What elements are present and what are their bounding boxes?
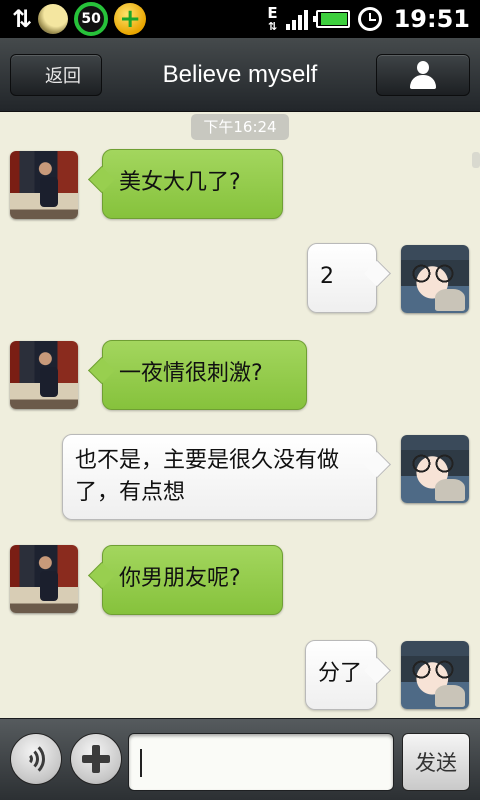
avatar-contact[interactable] — [10, 341, 78, 409]
message-text: 你男朋友呢? — [119, 566, 241, 591]
message-timestamp: 下午16:24 — [191, 114, 289, 140]
avatar-self[interactable] — [401, 435, 469, 503]
clock: 19:51 — [393, 5, 470, 33]
message-bubble-outgoing[interactable]: 2 — [307, 243, 377, 313]
title-bar: 返回 Believe myself — [0, 38, 480, 112]
chat-area[interactable]: 下午16:24 美女大几了? 2 一夜情很刺激? 也不是，主要是很久没有做了，有… — [0, 112, 480, 718]
battery-fill — [321, 13, 347, 25]
message-text: 也不是，主要是很久没有做了，有点想 — [75, 448, 340, 505]
status-notifications: ⇅ 50 + — [12, 2, 147, 36]
message-text: 一夜情很刺激? — [119, 361, 263, 386]
network-type-icon: E ⇅ — [267, 4, 278, 33]
avatar-self[interactable] — [401, 641, 469, 709]
avatar-contact[interactable] — [10, 151, 78, 219]
scrollbar[interactable] — [472, 152, 480, 168]
battery-icon — [312, 10, 350, 28]
chat-title: Believe myself — [162, 61, 318, 88]
voice-icon — [21, 741, 51, 777]
status-bar: ⇅ 50 + E ⇅ 19:51 — [0, 0, 480, 38]
plus-icon — [82, 745, 110, 773]
send-button-label: 发送 — [415, 751, 457, 775]
message-bubble-outgoing[interactable]: 分了 — [305, 640, 377, 710]
add-attachment-button[interactable] — [70, 733, 122, 785]
battery-ring-value: 50 — [81, 11, 101, 27]
app-plus-icon: + — [114, 3, 147, 35]
alarm-icon — [357, 7, 382, 31]
avatar-contact[interactable] — [10, 545, 78, 613]
message-bubble-incoming[interactable]: 一夜情很刺激? — [102, 340, 307, 410]
back-button[interactable]: 返回 — [10, 54, 102, 96]
message-bubble-incoming[interactable]: 美女大几了? — [102, 149, 283, 219]
message-input[interactable] — [128, 733, 394, 791]
weather-icon — [38, 4, 69, 34]
message-text: 2 — [320, 264, 334, 289]
message-bubble-incoming[interactable]: 你男朋友呢? — [102, 545, 283, 615]
text-cursor — [140, 749, 142, 777]
input-bar: 发送 — [0, 718, 480, 800]
person-icon — [410, 61, 436, 89]
message-bubble-outgoing[interactable]: 也不是，主要是很久没有做了，有点想 — [62, 434, 377, 520]
data-transfer-icon: ⇅ — [12, 5, 33, 33]
status-system: E ⇅ 19:51 — [267, 2, 470, 36]
profile-button[interactable] — [376, 54, 470, 96]
send-button[interactable]: 发送 — [402, 733, 470, 791]
back-button-label: 返回 — [45, 66, 81, 87]
voice-button[interactable] — [10, 733, 62, 785]
message-text: 分了 — [318, 661, 363, 686]
signal-icon — [285, 8, 308, 30]
message-text: 美女大几了? — [119, 170, 241, 195]
avatar-self[interactable] — [401, 245, 469, 313]
battery-ring-icon: 50 — [74, 2, 109, 36]
